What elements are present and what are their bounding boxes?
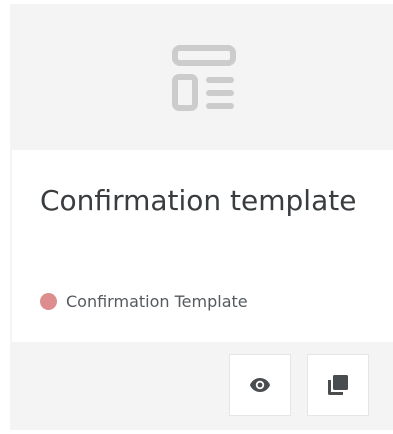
card-footer xyxy=(10,342,393,430)
type-color-dot xyxy=(40,292,57,310)
copy-icon xyxy=(328,375,348,395)
card-body: Confirmation template Confirmation Templ… xyxy=(12,150,393,342)
template-thumbnail[interactable] xyxy=(10,4,393,150)
preview-button[interactable] xyxy=(229,354,291,416)
card-title[interactable]: Confirmation template xyxy=(40,182,370,220)
template-card[interactable]: Confirmation template Confirmation Templ… xyxy=(10,4,393,430)
type-label: Confirmation Template xyxy=(66,291,248,311)
eye-icon xyxy=(250,378,270,392)
duplicate-button[interactable] xyxy=(307,354,369,416)
template-type: Confirmation Template xyxy=(40,290,248,312)
template-layout-icon xyxy=(172,45,236,111)
